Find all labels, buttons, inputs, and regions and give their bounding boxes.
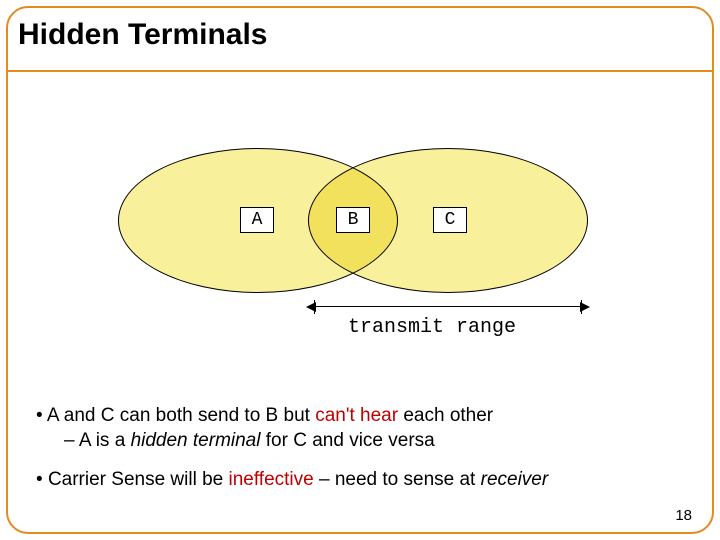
slide-title: Hidden Terminals [18,18,268,52]
bullet-list: A and C can both send to B but can't hea… [36,403,696,506]
title-divider [8,70,712,72]
bullet-1: A and C can both send to B but can't hea… [36,403,696,428]
node-c: C [433,207,467,233]
hidden-terminals-diagram: A B C transmit range [118,148,618,348]
node-b: B [336,207,370,233]
transmit-range-label: transmit range [348,316,516,339]
bullet-2: Carrier Sense will be ineffective – need… [36,467,696,492]
transmit-range-arrow [308,300,588,314]
page-number: 18 [675,507,692,524]
cant-hear-text: can't hear [315,405,398,426]
bullet-1-sub: A is a hidden terminal for C and vice ve… [64,428,696,453]
hidden-terminal-term: hidden terminal [131,430,261,451]
node-a: A [240,207,274,233]
slide-frame: Hidden Terminals A B C transmit range A … [6,6,714,534]
ineffective-text: ineffective [229,469,314,490]
receiver-text: receiver [481,469,549,490]
